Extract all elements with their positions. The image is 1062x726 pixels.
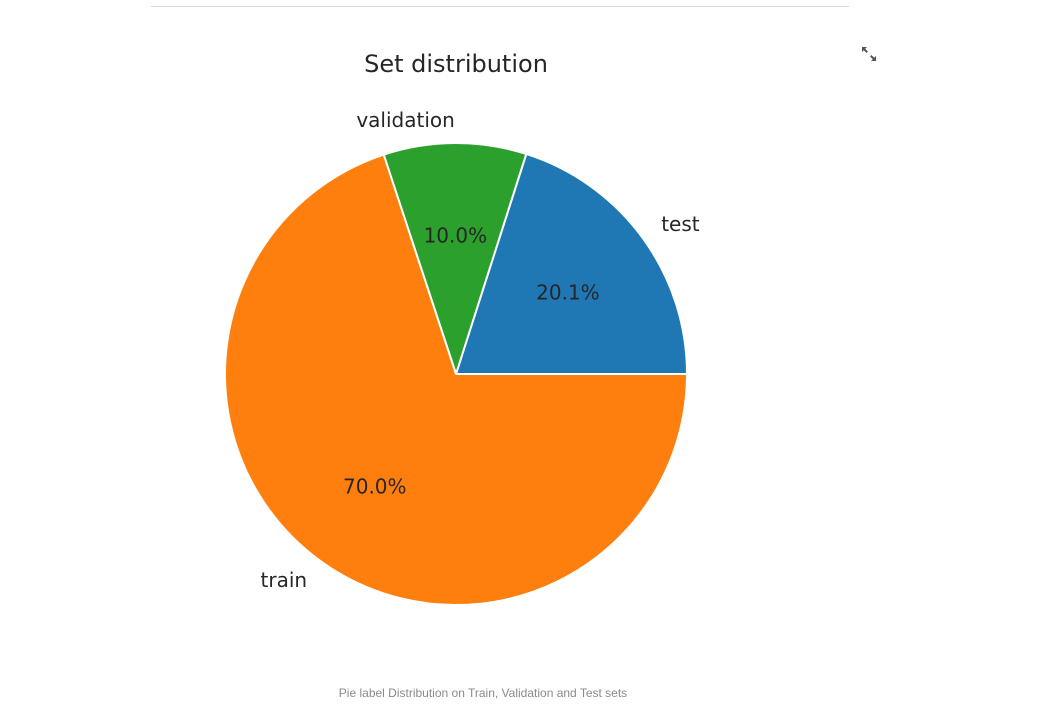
pie-chart: Set distribution 20.1% test 10.0% validatio… (224, 50, 700, 606)
chart-title: Set distribution (364, 50, 548, 78)
pie-slices (224, 142, 688, 606)
pie-pct-label-test: 20.1% (536, 280, 600, 304)
pie-pct-label-train: 70.0% (343, 474, 407, 498)
pie-pct-label-validation: 10.0% (424, 223, 488, 247)
pie-category-label-train: train (261, 568, 308, 592)
pie-category-label-validation: validation (356, 108, 454, 132)
figure-caption: Pie label Distribution on Train, Validat… (338, 686, 628, 700)
pie-category-label-test: test (661, 212, 700, 236)
